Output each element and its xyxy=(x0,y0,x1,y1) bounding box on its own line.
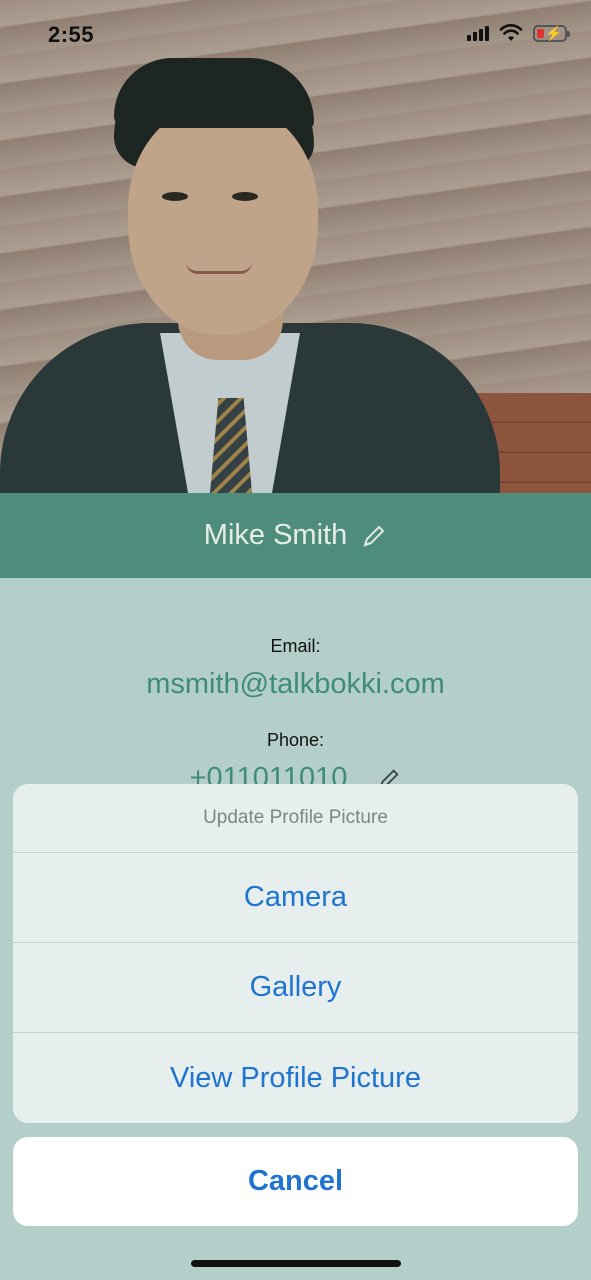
action-sheet-title: Update Profile Picture xyxy=(13,784,578,853)
phone-label: Phone: xyxy=(266,730,325,750)
pencil-icon[interactable] xyxy=(361,523,387,549)
battery-level-fill xyxy=(537,28,544,38)
profile-name: Mike Smith xyxy=(203,519,348,551)
cancel-button[interactable]: Cancel xyxy=(13,1137,578,1226)
status-time: 2:55 xyxy=(48,22,95,47)
gallery-option[interactable]: Gallery xyxy=(13,943,578,1033)
photo-dim-overlay xyxy=(0,0,591,493)
home-indicator xyxy=(191,1260,401,1267)
view-profile-picture-option[interactable]: View Profile Picture xyxy=(13,1033,578,1123)
update-picture-action-sheet: Update Profile Picture Camera Gallery Vi… xyxy=(13,784,578,1123)
email-value: msmith@talkbokki.com xyxy=(146,668,445,700)
battery-charging-low-icon: ⚡ xyxy=(533,24,570,42)
wifi-icon xyxy=(499,24,523,41)
profile-name-bar: Mike Smith xyxy=(0,493,591,578)
cellular-signal-icon xyxy=(467,25,489,41)
email-label: Email: xyxy=(270,636,321,656)
status-icons: ⚡ xyxy=(467,24,570,42)
profile-photo[interactable] xyxy=(0,0,591,493)
status-bar: 2:55 ⚡ xyxy=(0,0,591,70)
charging-bolt-icon: ⚡ xyxy=(545,24,563,41)
camera-option[interactable]: Camera xyxy=(13,853,578,943)
